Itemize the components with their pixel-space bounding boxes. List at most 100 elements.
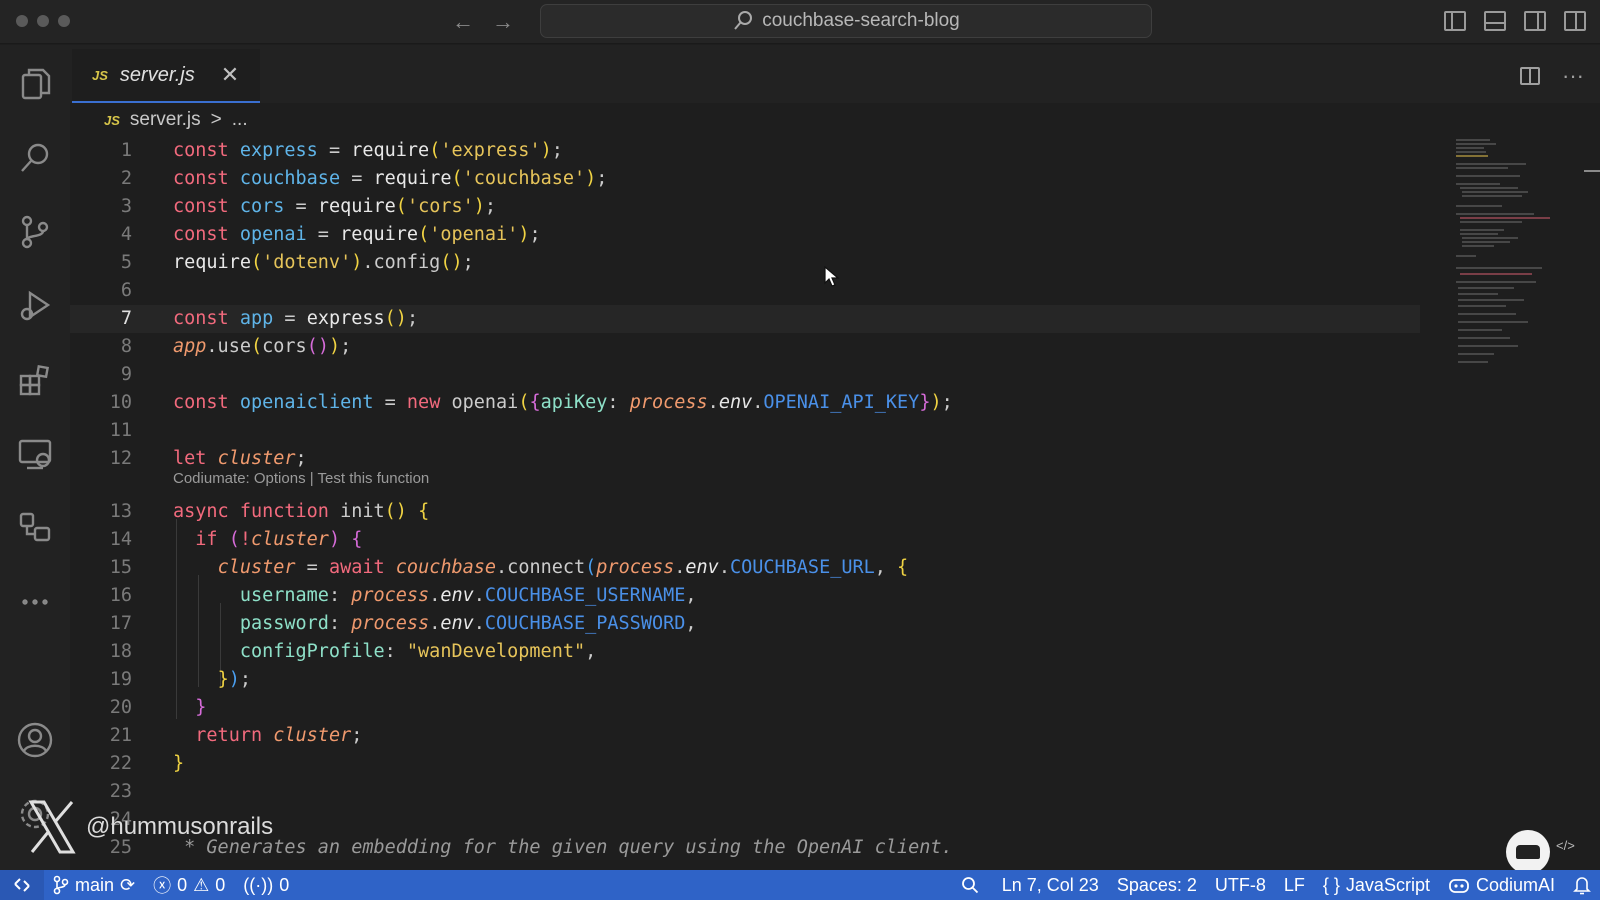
code-token: 'cors' bbox=[406, 196, 474, 217]
code-token: () bbox=[440, 252, 463, 273]
back-arrow-icon[interactable]: ← bbox=[452, 9, 474, 35]
line-number: 16 bbox=[109, 585, 132, 606]
code-token: express bbox=[306, 308, 385, 329]
code-line[interactable]: 4 const openai = require('openai'); bbox=[70, 221, 1420, 249]
code-line[interactable]: 19 }); bbox=[70, 666, 1420, 694]
code-line[interactable]: 20 } bbox=[70, 694, 1420, 722]
cursor-position[interactable]: Ln 7, Col 23 bbox=[993, 870, 1108, 900]
navigation-arrows: ← → bbox=[452, 9, 514, 35]
minimize-window-button[interactable] bbox=[37, 15, 49, 27]
floating-assistant-button[interactable] bbox=[1506, 830, 1550, 874]
tab-server-js[interactable]: JS server.js ✕ bbox=[72, 49, 260, 103]
toggle-panel-icon[interactable] bbox=[1484, 11, 1506, 31]
code-line[interactable]: 7 const app = express(); bbox=[70, 305, 1420, 333]
tab-label: server.js bbox=[119, 63, 195, 86]
code-line[interactable]: 2 const couchbase = require('couchbase'); bbox=[70, 165, 1420, 193]
code-line[interactable]: 3 const cors = require('cors'); bbox=[70, 193, 1420, 221]
code-token: init bbox=[328, 501, 385, 522]
code-text: const cors = require('cors'); bbox=[173, 193, 496, 221]
scrollbar-marker[interactable] bbox=[1584, 170, 1600, 172]
problems-status[interactable]: ⓧ 0 ⚠ 0 bbox=[144, 870, 234, 900]
code-token: const bbox=[173, 168, 229, 189]
code-line[interactable]: 8 app.use(cors()); bbox=[70, 333, 1420, 361]
code-editor[interactable]: Codiumate: Options | Test this function … bbox=[70, 137, 1600, 870]
minimap[interactable] bbox=[1452, 137, 1552, 377]
code-token: . bbox=[473, 613, 485, 634]
broadcast-icon: ((·)) bbox=[243, 874, 274, 895]
code-line[interactable]: 5 require('dotenv').config(); bbox=[70, 249, 1420, 277]
code-line[interactable]: 15 cluster = await couchbase.connect(pro… bbox=[70, 554, 1420, 582]
run-debug-icon[interactable] bbox=[14, 285, 56, 327]
breadcrumb-file[interactable]: server.js bbox=[130, 109, 201, 131]
code-line[interactable]: 14 if (!cluster) { bbox=[70, 526, 1420, 554]
code-line[interactable]: 17 password: process.env.COUCHBASE_PASSW… bbox=[70, 610, 1420, 638]
code-line[interactable]: 18 configProfile: "wanDevelopment", bbox=[70, 638, 1420, 666]
code-line[interactable]: 22} bbox=[70, 750, 1420, 778]
code-line[interactable]: 6 bbox=[70, 277, 1420, 305]
codiumate-icon[interactable] bbox=[14, 507, 56, 549]
code-text: } bbox=[173, 750, 184, 778]
code-token: ; bbox=[406, 308, 419, 329]
zoom-status[interactable] bbox=[947, 870, 993, 900]
remote-indicator[interactable] bbox=[0, 870, 44, 900]
close-icon[interactable]: ✕ bbox=[221, 62, 239, 88]
code-line[interactable]: 21 return cluster; bbox=[70, 722, 1420, 750]
code-token: . bbox=[718, 557, 730, 578]
code-token: 'openai' bbox=[429, 224, 519, 245]
code-token: () bbox=[306, 336, 329, 357]
forward-arrow-icon[interactable]: → bbox=[492, 9, 514, 35]
split-editor-icon[interactable] bbox=[1520, 67, 1541, 85]
code-token: process bbox=[629, 392, 708, 413]
sync-icon[interactable]: ⟳ bbox=[120, 875, 135, 896]
encoding-setting[interactable]: UTF-8 bbox=[1206, 870, 1275, 900]
mouse-pointer-icon bbox=[824, 266, 840, 287]
notifications-bell[interactable] bbox=[1564, 870, 1600, 900]
source-control-icon[interactable] bbox=[14, 211, 56, 253]
code-token: .connect bbox=[496, 557, 586, 578]
toggle-secondary-sidebar-icon[interactable] bbox=[1524, 11, 1546, 31]
code-token: function bbox=[239, 501, 329, 522]
code-token: cors bbox=[262, 336, 307, 357]
code-token: } bbox=[173, 753, 185, 774]
maximize-window-button[interactable] bbox=[58, 15, 70, 27]
code-token: return bbox=[195, 725, 263, 746]
extensions-icon[interactable] bbox=[14, 359, 56, 401]
language-mode[interactable]: { } JavaScript bbox=[1314, 870, 1439, 900]
code-token: ( bbox=[585, 557, 597, 578]
more-actions-icon[interactable]: ··· bbox=[1562, 63, 1584, 89]
code-line[interactable]: 13 async function init() { bbox=[70, 498, 1420, 526]
activity-bar bbox=[0, 45, 70, 870]
breadcrumb-symbols[interactable]: ... bbox=[232, 109, 248, 131]
code-line[interactable]: 1 const express = require('express'); bbox=[70, 137, 1420, 165]
code-token: = bbox=[317, 140, 352, 161]
eol-setting[interactable]: LF bbox=[1275, 870, 1314, 900]
close-window-button[interactable] bbox=[16, 15, 28, 27]
ports-status[interactable]: ((·)) 0 bbox=[234, 870, 298, 900]
command-center-search[interactable]: couchbase-search-blog bbox=[540, 4, 1152, 38]
codiumai-status[interactable]: CodiumAI bbox=[1439, 870, 1564, 900]
window-controls[interactable] bbox=[16, 15, 70, 27]
customize-layout-icon[interactable] bbox=[1564, 11, 1586, 31]
code-text: const openai = require('openai'); bbox=[173, 221, 541, 249]
account-icon[interactable] bbox=[14, 719, 56, 761]
explorer-icon[interactable] bbox=[14, 63, 56, 105]
code-token: ) bbox=[473, 196, 485, 217]
code-icon[interactable]: </> bbox=[1556, 838, 1575, 853]
branch-status[interactable]: main ⟳ bbox=[44, 870, 144, 900]
code-line[interactable]: 12 let cluster; bbox=[70, 445, 1420, 473]
error-count: 0 bbox=[177, 874, 188, 895]
toggle-primary-sidebar-icon[interactable] bbox=[1444, 11, 1466, 31]
remote-explorer-icon[interactable] bbox=[14, 433, 56, 475]
more-icon[interactable] bbox=[14, 581, 56, 623]
code-line[interactable]: 10 const openaiclient = new openai({apiKe… bbox=[70, 389, 1420, 417]
code-line[interactable]: 16 username: process.env.COUCHBASE_USERN… bbox=[70, 582, 1420, 610]
indentation-setting[interactable]: Spaces: 2 bbox=[1108, 870, 1206, 900]
search-icon[interactable] bbox=[14, 137, 56, 179]
code-text: app.use(cors()); bbox=[173, 333, 351, 361]
code-token: { bbox=[529, 392, 541, 413]
code-line[interactable]: 9 bbox=[70, 361, 1420, 389]
code-token: { bbox=[897, 557, 909, 578]
code-line[interactable]: 11 bbox=[70, 417, 1420, 445]
line-number: 5 bbox=[120, 252, 132, 273]
